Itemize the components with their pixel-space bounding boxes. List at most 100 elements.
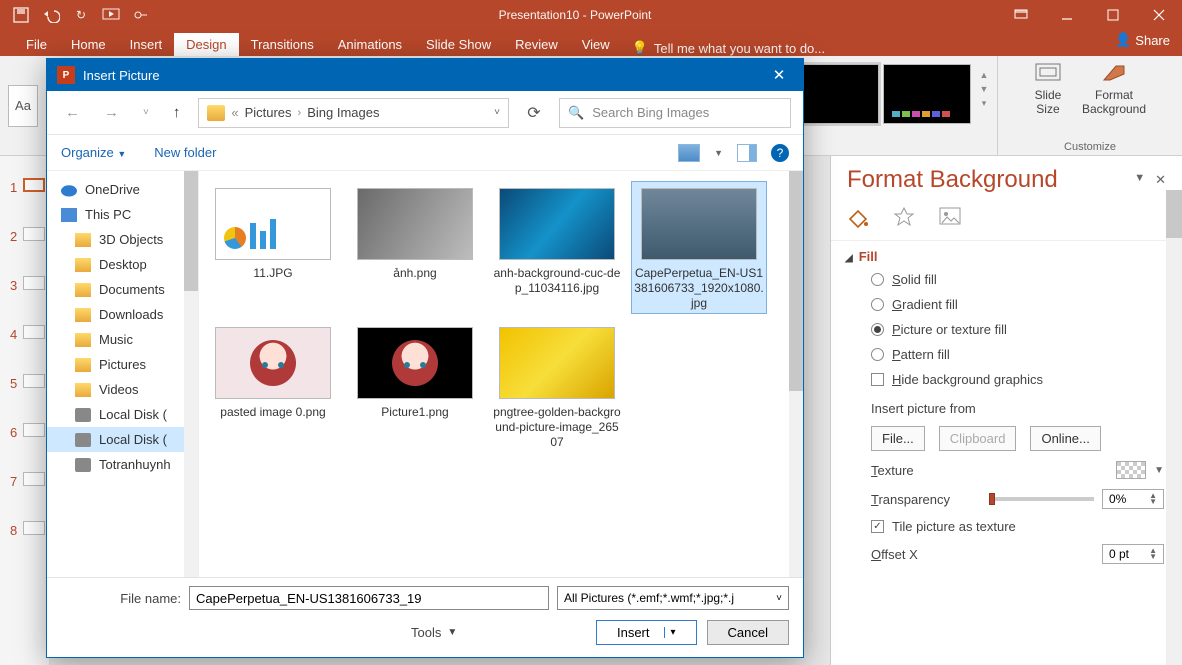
chk-hide-graphics[interactable]: Hide background graphics bbox=[871, 372, 1164, 387]
tab-insert[interactable]: Insert bbox=[118, 33, 175, 56]
minimize-icon[interactable] bbox=[1044, 0, 1090, 30]
tree-item-local-disk-[interactable]: Local Disk ( bbox=[47, 402, 198, 427]
slide-size-button[interactable]: Slide Size bbox=[1034, 62, 1062, 116]
fill-tab-icon[interactable] bbox=[845, 204, 871, 230]
tab-design[interactable]: Design bbox=[174, 33, 238, 56]
radio-pattern-fill[interactable]: Pattern fill bbox=[871, 347, 1164, 362]
dialog-titlebar[interactable]: P Insert Picture ✕ bbox=[47, 59, 803, 91]
search-input[interactable]: 🔍 Search Bing Images bbox=[559, 98, 791, 128]
filename-input[interactable] bbox=[189, 586, 549, 610]
tree-item-downloads[interactable]: Downloads bbox=[47, 302, 198, 327]
transparency-value[interactable]: 0%▲▼ bbox=[1102, 489, 1164, 509]
view-mode-button[interactable] bbox=[678, 144, 700, 162]
tree-item-videos[interactable]: Videos bbox=[47, 377, 198, 402]
refresh-icon[interactable]: ⟳ bbox=[521, 103, 547, 123]
slide-thumb-5[interactable]: 5 bbox=[0, 358, 49, 407]
slide-thumb-8[interactable]: 8 bbox=[0, 505, 49, 554]
tab-file[interactable]: File bbox=[14, 33, 59, 56]
tell-me-search[interactable]: 💡 Tell me what you want to do... bbox=[632, 40, 825, 56]
nav-back-icon[interactable]: ← bbox=[59, 100, 86, 125]
undo-icon[interactable] bbox=[40, 4, 62, 26]
tree-item-desktop[interactable]: Desktop bbox=[47, 252, 198, 277]
offsetx-value[interactable]: 0 pt▲▼ bbox=[1102, 544, 1164, 564]
slide-thumb-3[interactable]: 3 bbox=[0, 260, 49, 309]
tree-item-documents[interactable]: Documents bbox=[47, 277, 198, 302]
slide-thumb-4[interactable]: 4 bbox=[0, 309, 49, 358]
slides-thumbnail-strip[interactable]: 1 2 3 4 5 6 7 8 bbox=[0, 156, 50, 665]
variant-2[interactable] bbox=[883, 64, 971, 124]
transparency-slider[interactable] bbox=[989, 497, 1094, 501]
breadcrumb-pictures[interactable]: Pictures bbox=[245, 105, 292, 120]
format-background-button[interactable]: Format Background bbox=[1082, 62, 1146, 116]
radio-picture-fill[interactable]: Picture or texture fill bbox=[871, 322, 1164, 337]
ribbon-display-icon[interactable] bbox=[998, 0, 1044, 30]
variant-1[interactable] bbox=[791, 64, 879, 124]
file-button[interactable]: File... bbox=[871, 426, 925, 451]
tree-item-this-pc[interactable]: This PC bbox=[47, 202, 198, 227]
radio-solid-fill[interactable]: Solid fill bbox=[871, 272, 1164, 287]
file-item[interactable]: pngtree-golden-background-picture-image_… bbox=[489, 320, 625, 453]
organize-menu[interactable]: Organize ▼ bbox=[61, 145, 126, 160]
online-button[interactable]: Online... bbox=[1030, 426, 1100, 451]
chk-tile[interactable]: Tile picture as texture bbox=[871, 519, 1164, 534]
tree-item-3d-objects[interactable]: 3D Objects bbox=[47, 227, 198, 252]
variant-scroll-down-icon[interactable]: ▼ bbox=[975, 84, 993, 94]
panel-scrollbar[interactable] bbox=[1166, 190, 1182, 665]
slide-thumb-2[interactable]: 2 bbox=[0, 211, 49, 260]
slideshow-icon[interactable] bbox=[100, 4, 122, 26]
address-bar[interactable]: « Pictures › Bing Images ˅ bbox=[198, 98, 509, 128]
tab-transitions[interactable]: Transitions bbox=[239, 33, 326, 56]
grid-scrollbar[interactable] bbox=[789, 171, 803, 577]
slide-thumb-1[interactable]: 1 bbox=[0, 162, 49, 211]
fill-section-header[interactable]: ◢Fill bbox=[831, 241, 1182, 268]
close-icon[interactable] bbox=[1136, 0, 1182, 30]
tab-animations[interactable]: Animations bbox=[326, 33, 414, 56]
nav-up-icon[interactable]: ↑ bbox=[167, 100, 187, 125]
dialog-close-icon[interactable]: ✕ bbox=[765, 66, 793, 84]
filetype-dropdown[interactable]: All Pictures (*.emf;*.wmf;*.jpg;*.j˅ bbox=[557, 586, 789, 610]
file-item[interactable]: pasted image 0.png bbox=[205, 320, 341, 453]
nav-dropdown-icon[interactable]: ˅ bbox=[137, 103, 155, 122]
slide-thumb-6[interactable]: 6 bbox=[0, 407, 49, 456]
preview-pane-button[interactable] bbox=[737, 144, 757, 162]
folder-tree[interactable]: OneDriveThis PC3D ObjectsDesktopDocument… bbox=[47, 171, 199, 577]
effects-tab-icon[interactable] bbox=[891, 204, 917, 230]
tree-item-pictures[interactable]: Pictures bbox=[47, 352, 198, 377]
file-item[interactable]: CapePerpetua_EN-US1381606733_1920x1080.j… bbox=[631, 181, 767, 314]
file-item[interactable]: ảnh.png bbox=[347, 181, 483, 314]
panel-close-icon[interactable]: ✕ bbox=[1155, 172, 1166, 188]
slide-thumb-7[interactable]: 7 bbox=[0, 456, 49, 505]
tab-view[interactable]: View bbox=[570, 33, 622, 56]
touch-mode-icon[interactable] bbox=[130, 4, 152, 26]
tools-menu[interactable]: Tools ▼ bbox=[411, 625, 457, 640]
file-item[interactable]: anh-background-cuc-dep_11034116.jpg bbox=[489, 181, 625, 314]
clipboard-button[interactable]: Clipboard bbox=[939, 426, 1017, 451]
tree-item-onedrive[interactable]: OneDrive bbox=[47, 177, 198, 202]
new-folder-button[interactable]: New folder bbox=[154, 145, 216, 160]
redo-icon[interactable]: ↻ bbox=[70, 4, 92, 26]
breadcrumb-bing[interactable]: Bing Images bbox=[307, 105, 379, 120]
maximize-icon[interactable] bbox=[1090, 0, 1136, 30]
tree-item-totranhuynh[interactable]: Totranhuynh bbox=[47, 452, 198, 477]
variant-scroll-up-icon[interactable]: ▲ bbox=[975, 70, 993, 80]
variants-gallery[interactable]: ▲ ▼ ▾ bbox=[787, 56, 997, 155]
tab-review[interactable]: Review bbox=[503, 33, 570, 56]
help-icon[interactable]: ? bbox=[771, 144, 789, 162]
tree-item-local-disk-[interactable]: Local Disk ( bbox=[47, 427, 198, 452]
insert-button[interactable]: Insert▾ bbox=[596, 620, 697, 645]
radio-gradient-fill[interactable]: Gradient fill bbox=[871, 297, 1164, 312]
variant-more-icon[interactable]: ▾ bbox=[975, 98, 993, 109]
file-item[interactable]: Picture1.png bbox=[347, 320, 483, 453]
tab-slideshow[interactable]: Slide Show bbox=[414, 33, 503, 56]
save-icon[interactable] bbox=[10, 4, 32, 26]
picture-tab-icon[interactable] bbox=[937, 204, 963, 230]
file-item[interactable]: 11.JPG bbox=[205, 181, 341, 314]
texture-picker[interactable] bbox=[1116, 461, 1146, 479]
tree-scrollbar[interactable] bbox=[184, 171, 198, 577]
panel-options-icon[interactable]: ▼ bbox=[1134, 172, 1145, 188]
tree-item-music[interactable]: Music bbox=[47, 327, 198, 352]
file-grid[interactable]: 11.JPGảnh.pnganh-background-cuc-dep_1103… bbox=[199, 171, 803, 577]
cancel-button[interactable]: Cancel bbox=[707, 620, 789, 645]
share-button[interactable]: 👤 Share bbox=[1115, 32, 1170, 48]
tab-home[interactable]: Home bbox=[59, 33, 118, 56]
